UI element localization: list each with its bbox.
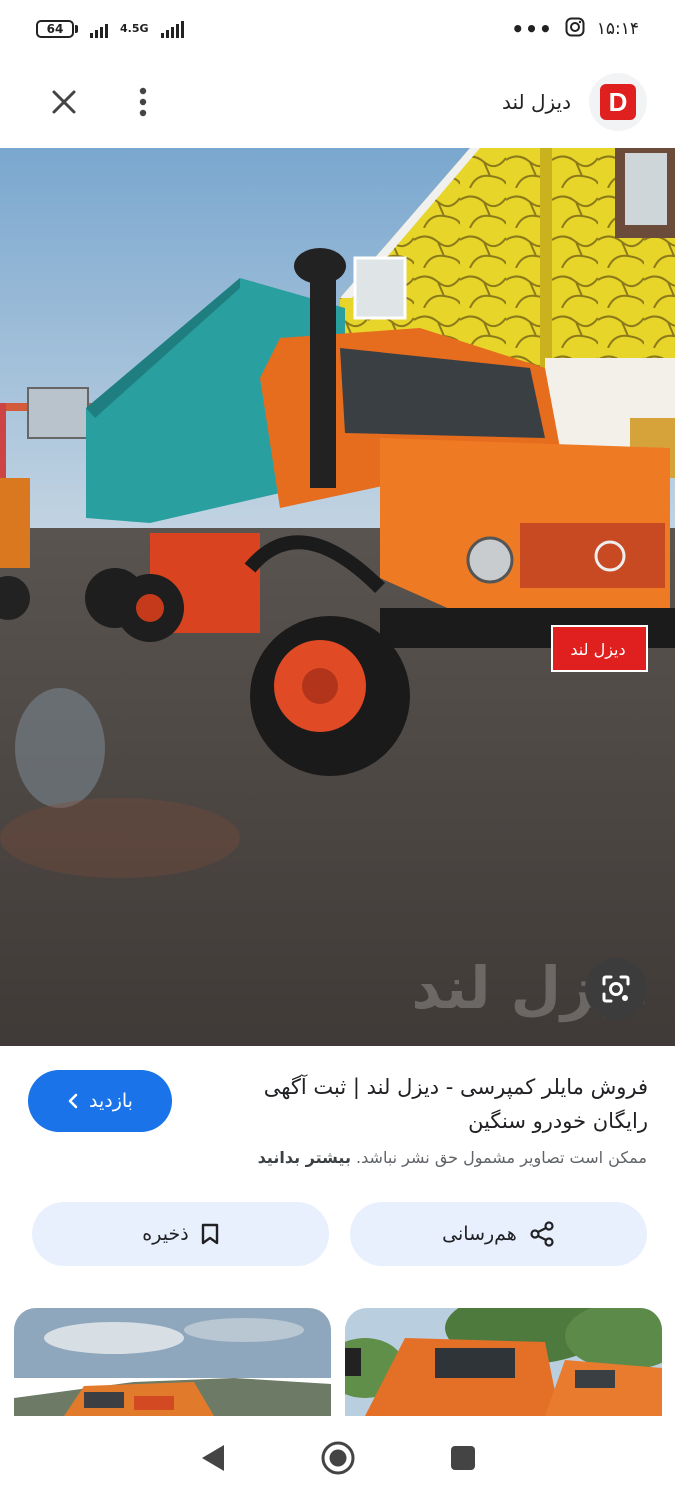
google-lens-button[interactable] bbox=[585, 958, 647, 1020]
related-image-2[interactable] bbox=[345, 1308, 662, 1416]
share-icon bbox=[530, 1221, 554, 1247]
main-image[interactable]: دیزل لند دیزل لند bbox=[0, 148, 675, 1046]
google-lens-icon bbox=[602, 975, 630, 1003]
chevron-left-icon bbox=[68, 1093, 78, 1109]
back-button[interactable] bbox=[191, 1436, 235, 1480]
home-button[interactable] bbox=[316, 1436, 360, 1480]
related-image-2-photo bbox=[345, 1308, 662, 1416]
visit-button[interactable]: بازدید bbox=[28, 1070, 172, 1132]
save-button[interactable]: ذخیره bbox=[32, 1202, 329, 1266]
recents-button[interactable] bbox=[441, 1436, 485, 1480]
site-logo-letter: D bbox=[600, 84, 636, 120]
back-icon bbox=[201, 1445, 224, 1471]
status-right: ••• ۱۵:۱۴ bbox=[511, 17, 639, 42]
related-images bbox=[14, 1308, 662, 1416]
recents-icon bbox=[450, 1446, 475, 1470]
system-nav-bar bbox=[0, 1416, 675, 1500]
site-source[interactable]: دیزل لند D bbox=[502, 73, 647, 131]
truck-photo: دیزل لند دیزل لند bbox=[0, 148, 675, 1046]
license-plate-text: دیزل لند bbox=[570, 640, 625, 660]
network-type: 4.5G bbox=[120, 22, 149, 35]
share-button[interactable]: هم‌رسانی bbox=[350, 1202, 647, 1266]
home-icon bbox=[321, 1441, 354, 1475]
related-image-1[interactable] bbox=[14, 1308, 331, 1416]
copyright-notice: ممکن است تصاویر مشمول حق نشر نباشد. بیشت… bbox=[258, 1148, 647, 1167]
save-label: ذخیره bbox=[142, 1223, 189, 1245]
status-left: 64 4.5G bbox=[36, 20, 184, 38]
top-bar: دیزل لند D bbox=[0, 64, 675, 140]
result-title[interactable]: فروش مایلر کمپرسی - دیزل لند | ثبت آگهی … bbox=[208, 1070, 648, 1138]
more-notifications-icon: ••• bbox=[511, 17, 553, 41]
close-button[interactable] bbox=[44, 82, 84, 122]
status-bar: 64 4.5G ••• ۱۵:۱۴ bbox=[0, 0, 675, 58]
action-row: ذخیره هم‌رسانی bbox=[32, 1202, 647, 1266]
more-options-button[interactable] bbox=[128, 82, 158, 122]
close-icon bbox=[52, 90, 76, 114]
visit-label: بازدید bbox=[89, 1090, 133, 1112]
bookmark-icon bbox=[201, 1223, 218, 1245]
more-vert-icon bbox=[139, 87, 147, 117]
signal-icon-2 bbox=[160, 20, 184, 38]
result-info: بازدید فروش مایلر کمپرسی - دیزل لند | ثب… bbox=[28, 1070, 648, 1138]
signal-icon bbox=[90, 20, 108, 38]
learn-more-link[interactable]: بیشتر بدانید bbox=[258, 1148, 351, 1167]
battery-level: 64 bbox=[36, 20, 74, 38]
battery-icon: 64 bbox=[36, 20, 78, 38]
copyright-text: ممکن است تصاویر مشمول حق نشر نباشد. bbox=[356, 1148, 647, 1167]
share-label: هم‌رسانی bbox=[442, 1223, 517, 1245]
site-logo: D bbox=[589, 73, 647, 131]
site-name: دیزل لند bbox=[501, 90, 571, 114]
related-image-1-photo bbox=[14, 1308, 331, 1416]
clock: ۱۵:۱۴ bbox=[596, 19, 639, 39]
instagram-icon bbox=[565, 17, 585, 42]
